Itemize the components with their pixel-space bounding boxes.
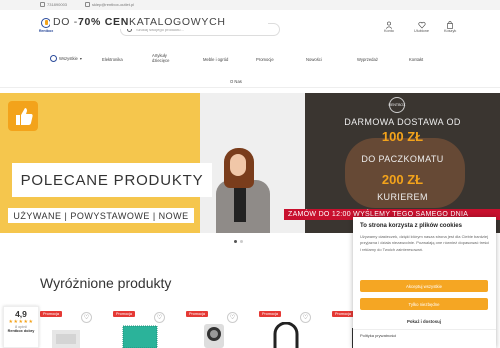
promo-badge: Promocja bbox=[259, 311, 282, 317]
cookie-consent-dialog: To strona korzysta z plików cookies Używ… bbox=[353, 217, 496, 348]
banner-condition-text: UŻYWANE | POWYSTAWOWE | NOWE bbox=[8, 208, 194, 223]
nav-all-categories[interactable]: Wszystkie ▾ bbox=[50, 55, 82, 62]
person-shirt bbox=[234, 182, 246, 222]
promo-badge: Promocja bbox=[113, 311, 136, 317]
banner-brand-logo: RENTBOX bbox=[389, 97, 405, 113]
nav-item-artykuly-dzieciece[interactable]: Artykuły dziecięce bbox=[152, 53, 182, 63]
phone-icon bbox=[40, 2, 45, 7]
carousel-dots bbox=[234, 240, 243, 243]
cookie-title: To strona korzysta z plików cookies bbox=[360, 223, 462, 229]
discount-prefix: DO - bbox=[53, 15, 78, 28]
email-contact[interactable]: sklep@rentbox-outlet.pl bbox=[85, 2, 134, 7]
cookie-description: Używamy ciasteczek, dzięki którym nasza … bbox=[360, 234, 490, 252]
main-nav: Wszystkie ▾ Elektronika Artykuły dziecię… bbox=[0, 50, 500, 88]
product-image bbox=[122, 325, 158, 348]
wishlist-label: Ulubione bbox=[414, 29, 429, 33]
product-image bbox=[273, 322, 299, 348]
mail-icon bbox=[85, 2, 90, 7]
bag-icon bbox=[447, 21, 454, 29]
phone-number: 731890003 bbox=[47, 2, 68, 7]
carousel-dot-1[interactable] bbox=[234, 240, 237, 243]
rating-widget[interactable]: 4,9 ★★★★★ 8 opinii Rentbox dobry bbox=[3, 306, 39, 348]
free-delivery-text: DARMOWA DOSTAWA OD bbox=[344, 117, 461, 127]
nav-item-kontakt[interactable]: Kontakt bbox=[409, 57, 423, 62]
necessary-only-button[interactable]: Tylko niezbędne bbox=[360, 298, 488, 310]
product-image bbox=[52, 330, 80, 348]
nav-all-label: Wszystkie bbox=[59, 56, 78, 61]
product-image bbox=[204, 324, 224, 348]
nav-item-nowosci[interactable]: Nowości bbox=[306, 57, 322, 62]
chevron-down-icon: ▾ bbox=[79, 56, 82, 61]
banner-headline-box: POLECANE PRODUKTY bbox=[12, 163, 212, 197]
email-address: sklep@rentbox-outlet.pl bbox=[92, 2, 135, 7]
accept-all-button[interactable]: Akceptuj wszystkie bbox=[360, 280, 488, 292]
nav-item-wyprzedaz[interactable]: Wyprzedaż bbox=[357, 57, 378, 62]
logo-text: Rentbox bbox=[38, 29, 54, 33]
nav-item-elektronika[interactable]: Elektronika bbox=[102, 57, 123, 62]
cart-button[interactable]: Koszyk bbox=[444, 21, 456, 33]
promo-badge: Promocja bbox=[332, 311, 355, 317]
nav-item-o-nas[interactable]: O Nas bbox=[230, 79, 242, 84]
rating-store-name: Rentbox dobry bbox=[7, 329, 35, 333]
account-label: Konto bbox=[384, 29, 394, 33]
privacy-policy-link[interactable]: Polityka prywatności bbox=[360, 333, 396, 338]
banner-woman-photo bbox=[212, 148, 272, 233]
person-face bbox=[230, 154, 246, 176]
menu-circle-icon bbox=[50, 55, 57, 62]
free-delivery-amount-2: 200 ZŁ bbox=[381, 172, 424, 187]
rating-value: 4,9 bbox=[15, 309, 27, 319]
phone-contact[interactable]: 731890003 bbox=[40, 2, 67, 7]
paczkomat-text: DO PACZKOMATU bbox=[361, 154, 444, 164]
nav-item-meble-i-ogrod[interactable]: Meble i ogród bbox=[203, 57, 228, 62]
promo-badge: Promocja bbox=[40, 311, 63, 317]
product-card[interactable]: Promocja ♡ bbox=[40, 308, 95, 348]
discount-value: 70% CEN bbox=[77, 15, 129, 28]
section-title: Wyróżnione produkty bbox=[40, 275, 172, 291]
banner-headline: POLECANE PRODUKTY bbox=[20, 171, 204, 189]
product-card[interactable]: Promocja ♡ bbox=[113, 308, 168, 348]
discount-suffix: KATALOGOWYCH bbox=[128, 15, 226, 28]
thumbs-up-icon bbox=[16, 108, 33, 125]
customize-button[interactable]: Pokaż i dostosuj bbox=[360, 315, 488, 327]
product-card[interactable]: Promocja ♡ bbox=[259, 308, 314, 348]
product-grid: Promocja ♡ Promocja ♡ Promocja ♡ Promocj… bbox=[40, 308, 384, 348]
nav-item-promocje[interactable]: Promocje bbox=[256, 57, 274, 62]
heart-icon bbox=[417, 21, 426, 29]
thumbs-up-badge bbox=[8, 101, 38, 131]
courier-text: KURIEREM bbox=[377, 192, 428, 202]
free-delivery-amount-1: 100 ZŁ bbox=[381, 129, 424, 144]
product-card[interactable]: Promocja ♡ bbox=[186, 308, 241, 348]
account-button[interactable]: Konto bbox=[384, 21, 394, 33]
user-icon bbox=[385, 21, 393, 29]
carousel-dot-2[interactable] bbox=[240, 240, 243, 243]
wishlist-button[interactable]: Ulubione bbox=[414, 21, 429, 33]
cart-label: Koszyk bbox=[444, 29, 457, 33]
top-bar: 731890003 sklep@rentbox-outlet.pl bbox=[0, 0, 500, 10]
banner-discount-text: DO - 70% CEN KATALOGOWYCH bbox=[50, 14, 268, 29]
promo-badge: Promocja bbox=[186, 311, 209, 317]
divider bbox=[353, 329, 496, 330]
